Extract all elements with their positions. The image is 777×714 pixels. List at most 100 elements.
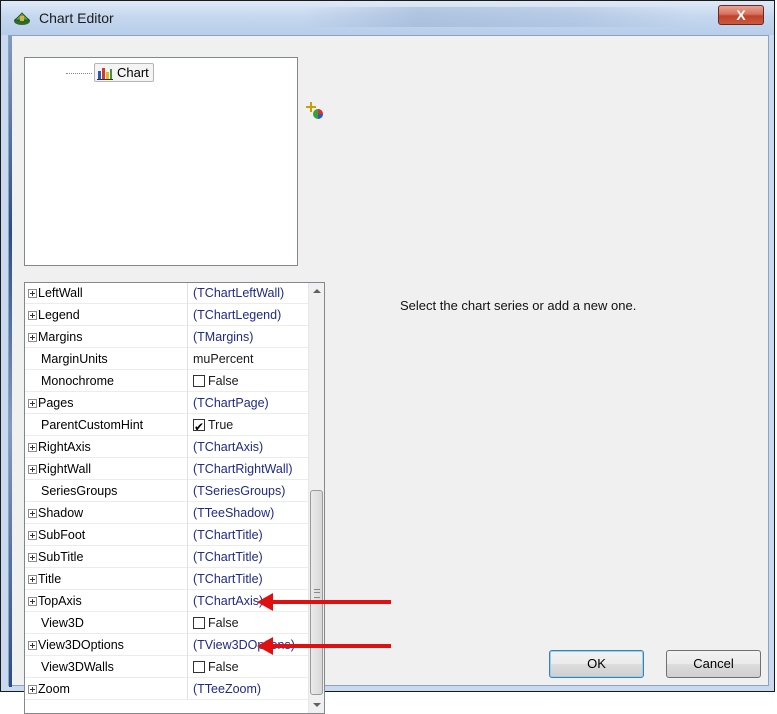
- property-row[interactable]: Pages (TChartPage): [25, 392, 310, 414]
- property-row[interactable]: RightAxis (TChartAxis): [25, 436, 310, 458]
- property-name-label: Shadow: [38, 506, 84, 520]
- property-row[interactable]: View3DWalls False: [25, 656, 310, 678]
- property-name-label: Margins: [38, 330, 83, 344]
- expand-plus-icon[interactable]: [28, 311, 37, 320]
- property-value[interactable]: (TSeriesGroups): [188, 480, 310, 502]
- property-name: Pages: [25, 392, 188, 414]
- property-value[interactable]: (TChartLegend): [188, 304, 310, 326]
- property-name: Title: [25, 568, 188, 590]
- property-inspector[interactable]: LeftWall (TChartLeftWall) Legend (TChartLeg…: [24, 282, 325, 714]
- property-value[interactable]: (TMargins): [188, 326, 310, 348]
- expand-plus-icon[interactable]: [28, 553, 37, 562]
- property-value[interactable]: (TTeeZoom): [188, 678, 310, 700]
- property-name-label: SubFoot: [38, 528, 86, 542]
- property-row[interactable]: ParentCustomHint True: [25, 414, 310, 436]
- property-name-label: SubTitle: [38, 550, 84, 564]
- property-name: Legend: [25, 304, 188, 326]
- property-value[interactable]: (TChartTitle): [188, 546, 310, 568]
- expand-plus-icon[interactable]: [28, 399, 37, 408]
- expand-plus-icon[interactable]: [28, 597, 37, 606]
- property-name: View3DWalls: [25, 656, 188, 678]
- property-name: LeftWall: [25, 283, 188, 304]
- expand-plus-icon[interactable]: [28, 465, 37, 474]
- property-value-label: False: [208, 374, 239, 388]
- expand-plus-icon[interactable]: [28, 641, 37, 650]
- chart-editor-window: Chart Editor X Chart LeftWall (TChartLef…: [0, 0, 775, 714]
- property-value[interactable]: False: [188, 612, 310, 634]
- property-value[interactable]: muPercent: [188, 348, 310, 370]
- property-name: SeriesGroups: [25, 480, 188, 502]
- property-row[interactable]: Margins (TMargins): [25, 326, 310, 348]
- property-value[interactable]: (TChartLeftWall): [188, 283, 310, 304]
- property-name: RightAxis: [25, 436, 188, 458]
- property-value[interactable]: False: [188, 656, 310, 678]
- property-row[interactable]: LeftWall (TChartLeftWall): [25, 283, 310, 304]
- property-row[interactable]: SubFoot (TChartTitle): [25, 524, 310, 546]
- property-row[interactable]: Monochrome False: [25, 370, 310, 392]
- checkbox-unchecked[interactable]: [193, 661, 205, 673]
- property-row[interactable]: View3D False: [25, 612, 310, 634]
- property-value-label: (TChartAxis): [193, 594, 264, 608]
- property-row[interactable]: Title (TChartTitle): [25, 568, 310, 590]
- add-series-icon[interactable]: [305, 101, 325, 121]
- expand-plus-icon[interactable]: [28, 575, 37, 584]
- property-value[interactable]: (TChartRightWall): [188, 458, 310, 480]
- tree-node-chart[interactable]: Chart: [94, 63, 154, 82]
- property-value[interactable]: (TChartAxis): [188, 436, 310, 458]
- property-value[interactable]: (TChartPage): [188, 392, 310, 414]
- property-row[interactable]: Legend (TChartLegend): [25, 304, 310, 326]
- property-name-label: ParentCustomHint: [41, 418, 144, 432]
- property-name-label: Pages: [38, 396, 74, 410]
- property-name: Zoom: [25, 678, 188, 700]
- property-row[interactable]: MarginUnits muPercent: [25, 348, 310, 370]
- property-name: TopAxis: [25, 590, 188, 612]
- checkbox-unchecked[interactable]: [193, 617, 205, 629]
- chart-tree[interactable]: Chart: [24, 57, 298, 266]
- property-value[interactable]: True: [188, 414, 310, 436]
- property-value-label: (TChartAxis): [193, 440, 264, 454]
- title-bar[interactable]: Chart Editor X: [1, 1, 774, 35]
- property-name-label: SeriesGroups: [41, 484, 118, 498]
- property-name-label: Monochrome: [41, 374, 114, 388]
- scroll-thumb[interactable]: [310, 490, 323, 695]
- scroll-up-button[interactable]: [309, 283, 324, 300]
- property-name: ParentCustomHint: [25, 414, 188, 436]
- editor-client-area: Chart LeftWall (TChartLeftWall) Legend (TCh…: [8, 35, 769, 714]
- expand-plus-icon[interactable]: [28, 333, 37, 342]
- property-name: Shadow: [25, 502, 188, 524]
- property-row[interactable]: RightWall (TChartRightWall): [25, 458, 310, 480]
- property-name: Monochrome: [25, 370, 188, 392]
- property-name-label: View3D: [41, 616, 84, 630]
- expand-plus-icon[interactable]: [28, 443, 37, 452]
- property-value-label: (TChartLeftWall): [193, 286, 285, 300]
- property-value-label: (TChartTitle): [193, 550, 263, 564]
- property-row[interactable]: Zoom (TTeeZoom): [25, 678, 310, 700]
- property-value[interactable]: False: [188, 370, 310, 392]
- scroll-down-button[interactable]: [309, 696, 324, 713]
- property-row[interactable]: Shadow (TTeeShadow): [25, 502, 310, 524]
- expand-plus-icon[interactable]: [28, 685, 37, 694]
- property-value[interactable]: (TChartTitle): [188, 524, 310, 546]
- chart-editor-app-icon: [14, 12, 30, 25]
- property-row[interactable]: SubTitle (TChartTitle): [25, 546, 310, 568]
- property-value[interactable]: (TChartTitle): [188, 568, 310, 590]
- property-row[interactable]: SeriesGroups (TSeriesGroups): [25, 480, 310, 502]
- property-scrollbar[interactable]: [308, 283, 324, 713]
- expand-plus-icon[interactable]: [28, 531, 37, 540]
- checkbox-unchecked[interactable]: [193, 375, 205, 387]
- expand-plus-icon[interactable]: [28, 289, 37, 298]
- property-name: Margins: [25, 326, 188, 348]
- property-name-label: RightAxis: [38, 440, 91, 454]
- checkbox-checked[interactable]: [193, 416, 205, 435]
- left-edge-decoration: [9, 36, 12, 687]
- property-name-label: Title: [38, 572, 62, 586]
- property-value-label: (TChartPage): [193, 396, 269, 410]
- no-series-message: Select the chart series or add a new one…: [400, 298, 637, 313]
- ok-button[interactable]: OK: [549, 650, 644, 678]
- property-value-label: (TChartRightWall): [193, 462, 293, 476]
- close-button[interactable]: X: [718, 5, 764, 25]
- property-value[interactable]: (TTeeShadow): [188, 502, 310, 524]
- property-name-label: LeftWall: [38, 286, 83, 300]
- expand-plus-icon[interactable]: [28, 509, 37, 518]
- cancel-button[interactable]: Cancel: [666, 650, 761, 678]
